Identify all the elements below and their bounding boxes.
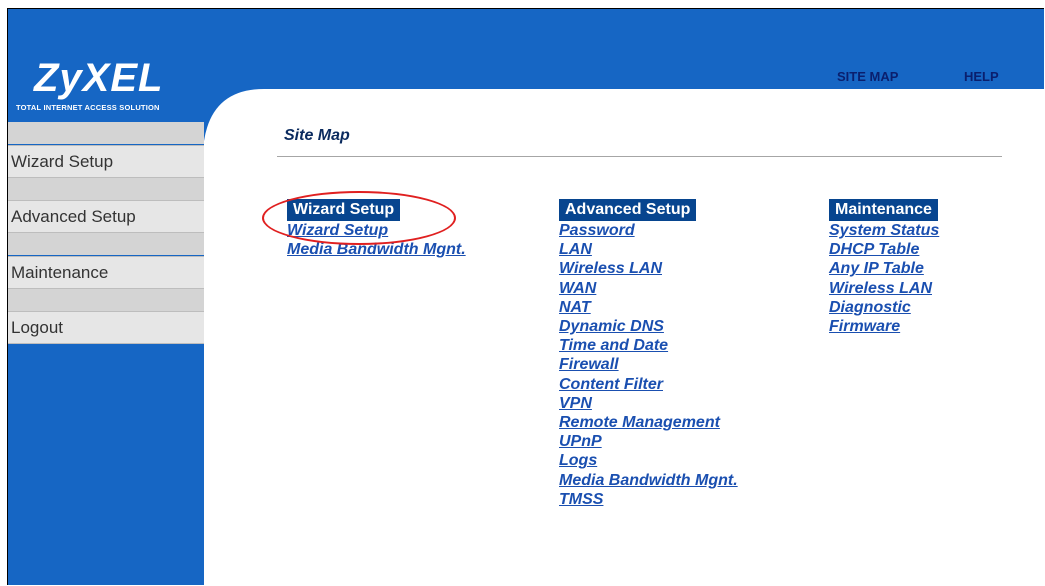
logo-tagline: TOTAL INTERNET ACCESS SOLUTION xyxy=(16,103,160,112)
link-wireless-lan[interactable]: Wireless LAN xyxy=(829,279,939,298)
router-admin-window: ZyXEL TOTAL INTERNET ACCESS SOLUTION Wiz… xyxy=(7,8,1044,585)
sidebar-item-label: Logout xyxy=(11,318,63,337)
sidebar-item-advanced-setup[interactable]: Advanced Setup xyxy=(8,200,204,233)
highlight-ellipse xyxy=(262,191,456,245)
page-title: Site Map xyxy=(284,127,350,144)
sidebar-item-label: Advanced Setup xyxy=(11,207,136,226)
link-tmss[interactable]: TMSS xyxy=(559,490,738,509)
top-banner xyxy=(204,9,1044,89)
link-wireless-lan[interactable]: Wireless LAN xyxy=(559,259,738,278)
link-wan[interactable]: WAN xyxy=(559,279,738,298)
link-content-filter[interactable]: Content Filter xyxy=(559,375,738,394)
site-map-link[interactable]: SITE MAP xyxy=(837,69,898,84)
link-vpn[interactable]: VPN xyxy=(559,394,738,413)
link-lan[interactable]: LAN xyxy=(559,240,738,259)
column-heading-maintenance: Maintenance xyxy=(829,199,938,221)
sidebar-divider xyxy=(8,178,204,200)
link-dhcp-table[interactable]: DHCP Table xyxy=(829,240,939,259)
link-password[interactable]: Password xyxy=(559,221,738,240)
advanced-setup-links: Password LAN Wireless LAN WAN NAT Dynami… xyxy=(559,221,738,509)
link-diagnostic[interactable]: Diagnostic xyxy=(829,298,939,317)
sidebar-divider xyxy=(8,122,204,144)
link-time-and-date[interactable]: Time and Date xyxy=(559,336,738,355)
sidebar-divider xyxy=(8,289,204,311)
banner-corner-curve xyxy=(204,81,264,141)
sidebar-item-logout[interactable]: Logout xyxy=(8,311,204,344)
link-system-status[interactable]: System Status xyxy=(829,221,939,240)
link-remote-management[interactable]: Remote Management xyxy=(559,413,738,432)
link-any-ip-table[interactable]: Any IP Table xyxy=(829,259,939,278)
sidebar-item-maintenance[interactable]: Maintenance xyxy=(8,256,204,289)
link-logs[interactable]: Logs xyxy=(559,451,738,470)
link-firewall[interactable]: Firewall xyxy=(559,355,738,374)
column-heading-advanced-setup: Advanced Setup xyxy=(559,199,697,221)
help-link[interactable]: HELP xyxy=(964,69,999,84)
sidebar: ZyXEL TOTAL INTERNET ACCESS SOLUTION Wiz… xyxy=(8,9,204,585)
link-media-bandwidth-mgnt[interactable]: Media Bandwidth Mgnt. xyxy=(559,471,738,490)
link-nat[interactable]: NAT xyxy=(559,298,738,317)
sidebar-divider xyxy=(8,233,204,255)
title-divider xyxy=(277,156,1002,157)
logo-wordmark: ZyXEL xyxy=(34,56,164,100)
maintenance-links: System Status DHCP Table Any IP Table Wi… xyxy=(829,221,939,336)
sidebar-item-label: Wizard Setup xyxy=(11,152,114,171)
sidebar-item-wizard-setup[interactable]: Wizard Setup xyxy=(8,145,204,178)
sidebar-item-label: Maintenance xyxy=(11,263,109,282)
link-firmware[interactable]: Firmware xyxy=(829,317,939,336)
link-dynamic-dns[interactable]: Dynamic DNS xyxy=(559,317,738,336)
link-upnp[interactable]: UPnP xyxy=(559,432,738,451)
